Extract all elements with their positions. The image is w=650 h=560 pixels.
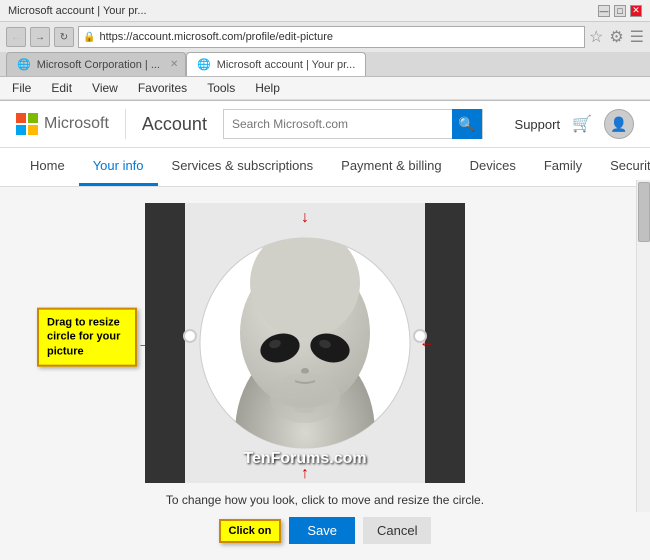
menu-bar: File Edit View Favorites Tools Help — [0, 77, 650, 100]
tab1-close[interactable]: ✕ — [170, 59, 178, 70]
scrollbar-thumb[interactable] — [638, 182, 650, 242]
tab2-favicon: 🌐 — [197, 58, 211, 71]
logo-sq-yellow — [28, 125, 38, 135]
main-content: Drag to resize circle for your picture → — [0, 187, 650, 560]
image-editor-wrapper: Drag to resize circle for your picture → — [145, 203, 505, 483]
logo-sq-red — [16, 113, 26, 123]
header-right: Support 🛒 👤 — [515, 109, 634, 139]
alien-svg: TenForums.com — [185, 203, 425, 483]
support-link[interactable]: Support — [515, 117, 561, 132]
site-header: Microsoft Account 🔍 Support 🛒 👤 — [0, 101, 650, 148]
logo-squares — [16, 113, 38, 135]
cart-icon[interactable]: 🛒 — [572, 114, 592, 134]
maximize-button[interactable]: □ — [614, 5, 626, 17]
logo-sq-green — [28, 113, 38, 123]
address-bar[interactable]: 🔒 https://account.microsoft.com/profile/… — [78, 26, 585, 48]
tab2-close[interactable]: ✕ — [365, 59, 366, 70]
nav-tabs: Home Your info Services & subscriptions … — [0, 148, 650, 187]
logo-sq-blue — [16, 125, 26, 135]
tab-ms-account[interactable]: 🌐 Microsoft account | Your pr... ✕ — [186, 52, 366, 76]
header-divider — [125, 109, 126, 139]
refresh-button[interactable]: ↻ — [54, 27, 74, 47]
right-arrow-icon: ← — [419, 334, 435, 352]
tab-microsoft-corp[interactable]: 🌐 Microsoft Corporation | ... ✕ — [6, 52, 186, 76]
tab-services[interactable]: Services & subscriptions — [158, 148, 328, 186]
tab-payment[interactable]: Payment & billing — [327, 148, 455, 186]
action-bar: Click on Save Cancel — [219, 517, 432, 544]
resize-handle-left[interactable] — [183, 329, 197, 343]
close-button[interactable]: ✕ — [630, 5, 642, 17]
dark-left — [145, 203, 190, 483]
tab1-favicon: 🌐 — [17, 58, 31, 71]
account-label: Account — [142, 114, 207, 135]
window-controls[interactable]: — □ ✕ — [598, 5, 642, 17]
image-container[interactable]: TenForums.com ↓ ↑ ← — [145, 203, 465, 483]
browser-settings-icon[interactable]: ☰ — [630, 27, 644, 47]
tab-devices[interactable]: Devices — [456, 148, 530, 186]
forward-button[interactable]: → — [30, 27, 50, 47]
microsoft-logo-text: Microsoft — [44, 115, 109, 133]
titlebar-title: Microsoft account | Your pr... — [8, 5, 147, 17]
browser-toolbar: ← → ↻ 🔒 https://account.microsoft.com/pr… — [0, 22, 650, 52]
tab-bar: 🌐 Microsoft Corporation | ... ✕ 🌐 Micros… — [0, 52, 650, 77]
browser-chrome: ← → ↻ 🔒 https://account.microsoft.com/pr… — [0, 22, 650, 101]
favorites-star-icon[interactable]: ☆ — [589, 27, 603, 47]
click-tooltip: Click on — [219, 519, 282, 543]
browser-toolbar-right: ☆ ⚙ ☰ — [589, 27, 644, 47]
user-avatar[interactable]: 👤 — [604, 109, 634, 139]
back-button[interactable]: ← — [6, 27, 26, 47]
scrollbar[interactable] — [636, 180, 650, 512]
minimize-button[interactable]: — — [598, 5, 610, 17]
photo-area: TenForums.com — [185, 203, 425, 483]
microsoft-logo[interactable]: Microsoft — [16, 113, 109, 135]
save-button[interactable]: Save — [289, 517, 355, 544]
window-titlebar: Microsoft account | Your pr... — □ ✕ — [0, 0, 650, 22]
search-box[interactable]: 🔍 — [223, 109, 483, 139]
menu-file[interactable]: File — [8, 79, 35, 97]
tab-your-info[interactable]: Your info — [79, 148, 158, 186]
tools-icon[interactable]: ⚙ — [609, 27, 623, 47]
menu-view[interactable]: View — [88, 79, 122, 97]
search-input[interactable] — [224, 117, 452, 131]
menu-favorites[interactable]: Favorites — [134, 79, 191, 97]
bottom-arrow-icon: ↑ — [301, 465, 309, 483]
menu-tools[interactable]: Tools — [203, 79, 239, 97]
tab-family[interactable]: Family — [530, 148, 596, 186]
menu-edit[interactable]: Edit — [47, 79, 76, 97]
tab-home[interactable]: Home — [16, 148, 79, 186]
ssl-lock-icon: 🔒 — [83, 32, 95, 43]
menu-help[interactable]: Help — [251, 79, 284, 97]
cancel-button[interactable]: Cancel — [363, 517, 431, 544]
caption-text: To change how you look, click to move an… — [166, 493, 484, 507]
top-arrow-icon: ↓ — [301, 209, 309, 227]
drag-tooltip: Drag to resize circle for your picture — [37, 308, 137, 367]
search-button[interactable]: 🔍 — [452, 109, 482, 139]
url-text: https://account.microsoft.com/profile/ed… — [99, 31, 580, 43]
